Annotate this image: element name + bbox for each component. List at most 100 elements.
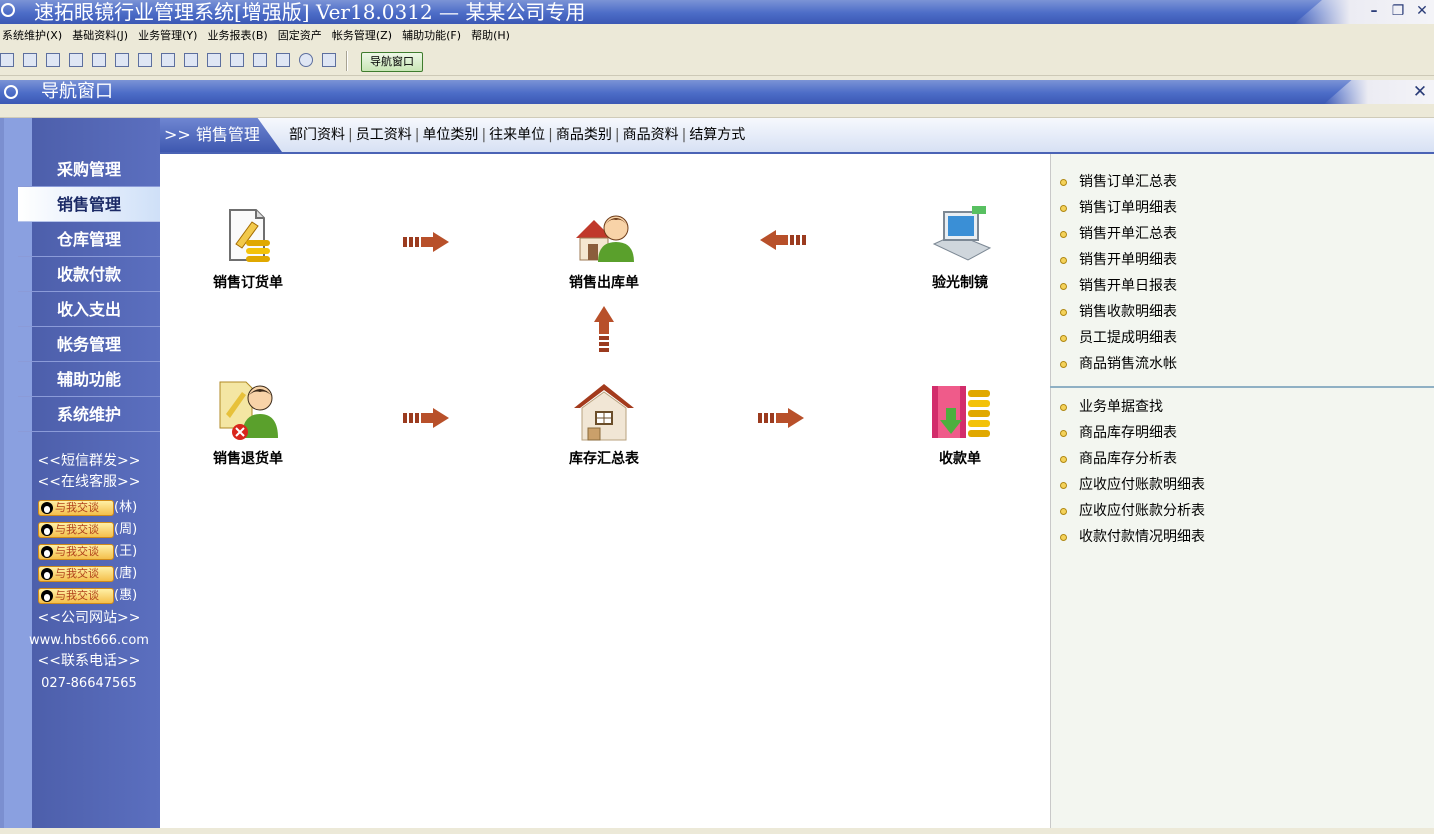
subnav-settlement[interactable]: 结算方式: [689, 127, 745, 143]
qq-contact-name: (唐): [114, 566, 138, 581]
bullet-icon: [1060, 429, 1067, 437]
qq-badge[interactable]: 与我交谈: [38, 543, 114, 560]
qq-badge-label: 与我交谈: [55, 544, 99, 558]
sms-link[interactable]: <<短信群发>>: [18, 451, 160, 471]
sidebar-item-aux[interactable]: 辅助功能: [18, 362, 160, 397]
report-link[interactable]: 销售开单明细表: [1060, 247, 1177, 273]
subnav-product-category[interactable]: 商品类别: [556, 127, 612, 143]
report-link[interactable]: 销售开单日报表: [1060, 273, 1177, 299]
toolbar-window-icon[interactable]: [0, 53, 14, 67]
report-label: 商品库存明细表: [1079, 425, 1177, 441]
report-link[interactable]: 应收应付账款明细表: [1060, 472, 1205, 498]
toolbar-refresh-icon[interactable]: [138, 53, 152, 67]
sidebar-item-accounts[interactable]: 帐务管理: [18, 327, 160, 362]
arrow-right-icon: [758, 408, 804, 428]
toolbar-save-icon[interactable]: [253, 53, 267, 67]
subnav-department[interactable]: 部门资料: [289, 127, 345, 143]
menu-accounts[interactable]: 帐务管理(Z): [330, 25, 395, 47]
toolbar-calc-icon[interactable]: [230, 53, 244, 67]
report-link[interactable]: 商品库存分析表: [1060, 446, 1177, 472]
sidebar-item-sales[interactable]: 销售管理: [18, 187, 160, 222]
sidebar-item-purchase[interactable]: 采购管理: [18, 152, 160, 187]
qq-chat-tang[interactable]: 与我交谈 (唐): [38, 565, 137, 583]
toolbar-copy-icon[interactable]: [46, 53, 60, 67]
qq-badge[interactable]: 与我交谈: [38, 587, 114, 604]
toolbar-chat-icon[interactable]: [115, 53, 129, 67]
restore-icon[interactable]: ❐: [1388, 2, 1408, 20]
nav-window-button[interactable]: 导航窗口: [361, 52, 423, 72]
website-link[interactable]: www.hbst666.com: [18, 631, 160, 651]
report-link[interactable]: 业务单据查找: [1060, 394, 1163, 420]
inventory-summary-label: 库存汇总表: [569, 451, 639, 467]
report-link[interactable]: 收款付款情况明细表: [1060, 524, 1205, 550]
bullet-icon: [1060, 308, 1067, 316]
sales-order-label: 销售订货单: [213, 275, 283, 291]
subnav-partners[interactable]: 往来单位: [489, 127, 545, 143]
report-link[interactable]: 销售订单汇总表: [1060, 169, 1177, 195]
menu-business[interactable]: 业务管理(Y): [136, 25, 200, 47]
menu-basic-data[interactable]: 基础资料(J): [70, 25, 131, 47]
minimize-icon[interactable]: –: [1364, 2, 1384, 20]
nav-window-title: 导航窗口: [41, 81, 113, 102]
qq-chat-wang[interactable]: 与我交谈 (王): [38, 543, 137, 561]
qq-badge[interactable]: 与我交谈: [38, 565, 114, 582]
window-title: 速拓眼镜行业管理系统[增强版] Ver18.0312 — 某某公司专用: [34, 0, 586, 24]
toolbar-list-icon[interactable]: [23, 53, 37, 67]
bullet-icon: [1060, 455, 1067, 463]
qq-penguin-icon: [41, 501, 53, 514]
qq-penguin-icon: [41, 567, 53, 580]
website-label: <<公司网站>>: [37, 610, 141, 626]
toolbar-users-icon[interactable]: [161, 53, 175, 67]
qq-badge[interactable]: 与我交谈: [38, 521, 114, 538]
subnav-staff[interactable]: 员工资料: [356, 127, 412, 143]
bullet-icon: [1060, 282, 1067, 290]
toolbar-message-icon[interactable]: [92, 53, 106, 67]
toolbar-contacts-icon[interactable]: [184, 53, 198, 67]
report-link[interactable]: 应收应付账款分析表: [1060, 498, 1205, 524]
toolbar-exit-icon[interactable]: [322, 53, 336, 67]
subnav-products[interactable]: 商品资料: [623, 127, 679, 143]
report-label: 商品销售流水帐: [1079, 356, 1177, 372]
flow-area: 销售订货单 销售出库单 验光制镜 销售退货单 库存汇总表 收款单: [160, 154, 1050, 828]
sales-outbound-label: 销售出库单: [569, 275, 639, 291]
qq-badge[interactable]: 与我交谈: [38, 499, 114, 516]
sidebar-item-income-expense[interactable]: 收入支出: [18, 292, 160, 327]
toolbar-tools-icon[interactable]: [69, 53, 83, 67]
menu-fixed-assets[interactable]: 固定资产: [276, 25, 325, 47]
toolbar-print-icon[interactable]: [276, 53, 290, 67]
menu-aux[interactable]: 辅助功能(F): [400, 25, 464, 47]
qq-contact-name: (王): [114, 544, 138, 559]
report-link[interactable]: 商品库存明细表: [1060, 420, 1177, 446]
menu-help[interactable]: 帮助(H): [469, 25, 513, 47]
close-icon[interactable]: ✕: [1412, 2, 1432, 20]
toolbar-help-icon[interactable]: [299, 53, 313, 67]
arrow-right-icon: [403, 408, 449, 428]
report-label: 员工提成明细表: [1079, 330, 1177, 346]
inventory-summary-icon: [574, 384, 634, 441]
report-label: 销售开单日报表: [1079, 278, 1177, 294]
optometry-label: 验光制镜: [932, 275, 988, 291]
sidebar-item-payments[interactable]: 收款付款: [18, 257, 160, 292]
sidebar-item-warehouse[interactable]: 仓库管理: [18, 222, 160, 257]
nav-window-close-icon[interactable]: ✕: [1410, 82, 1430, 102]
bullet-icon: [1060, 533, 1067, 541]
toolbar-edit-icon[interactable]: [207, 53, 221, 67]
qq-chat-lin[interactable]: 与我交谈 (林): [38, 499, 137, 517]
qq-chat-zhou[interactable]: 与我交谈 (周): [38, 521, 137, 539]
report-label: 业务单据查找: [1079, 399, 1163, 415]
report-link[interactable]: 销售收款明细表: [1060, 299, 1177, 325]
bottom-border: [0, 828, 1434, 834]
sidebar-item-system[interactable]: 系统维护: [18, 397, 160, 432]
menu-system[interactable]: 系统维护(X): [0, 25, 65, 47]
report-link[interactable]: 商品销售流水帐: [1060, 351, 1177, 377]
qq-badge-label: 与我交谈: [55, 566, 99, 580]
subnav-unit-category[interactable]: 单位类别: [422, 127, 478, 143]
report-link[interactable]: 销售订单明细表: [1060, 195, 1177, 221]
qq-chat-hui[interactable]: 与我交谈 (惠): [38, 587, 137, 605]
arrow-left-icon: [760, 230, 806, 250]
report-link[interactable]: 员工提成明细表: [1060, 325, 1177, 351]
receipt-label: 收款单: [939, 451, 981, 467]
online-service-link[interactable]: <<在线客服>>: [18, 472, 160, 492]
menu-reports[interactable]: 业务报表(B): [206, 25, 271, 47]
report-link[interactable]: 销售开单汇总表: [1060, 221, 1177, 247]
